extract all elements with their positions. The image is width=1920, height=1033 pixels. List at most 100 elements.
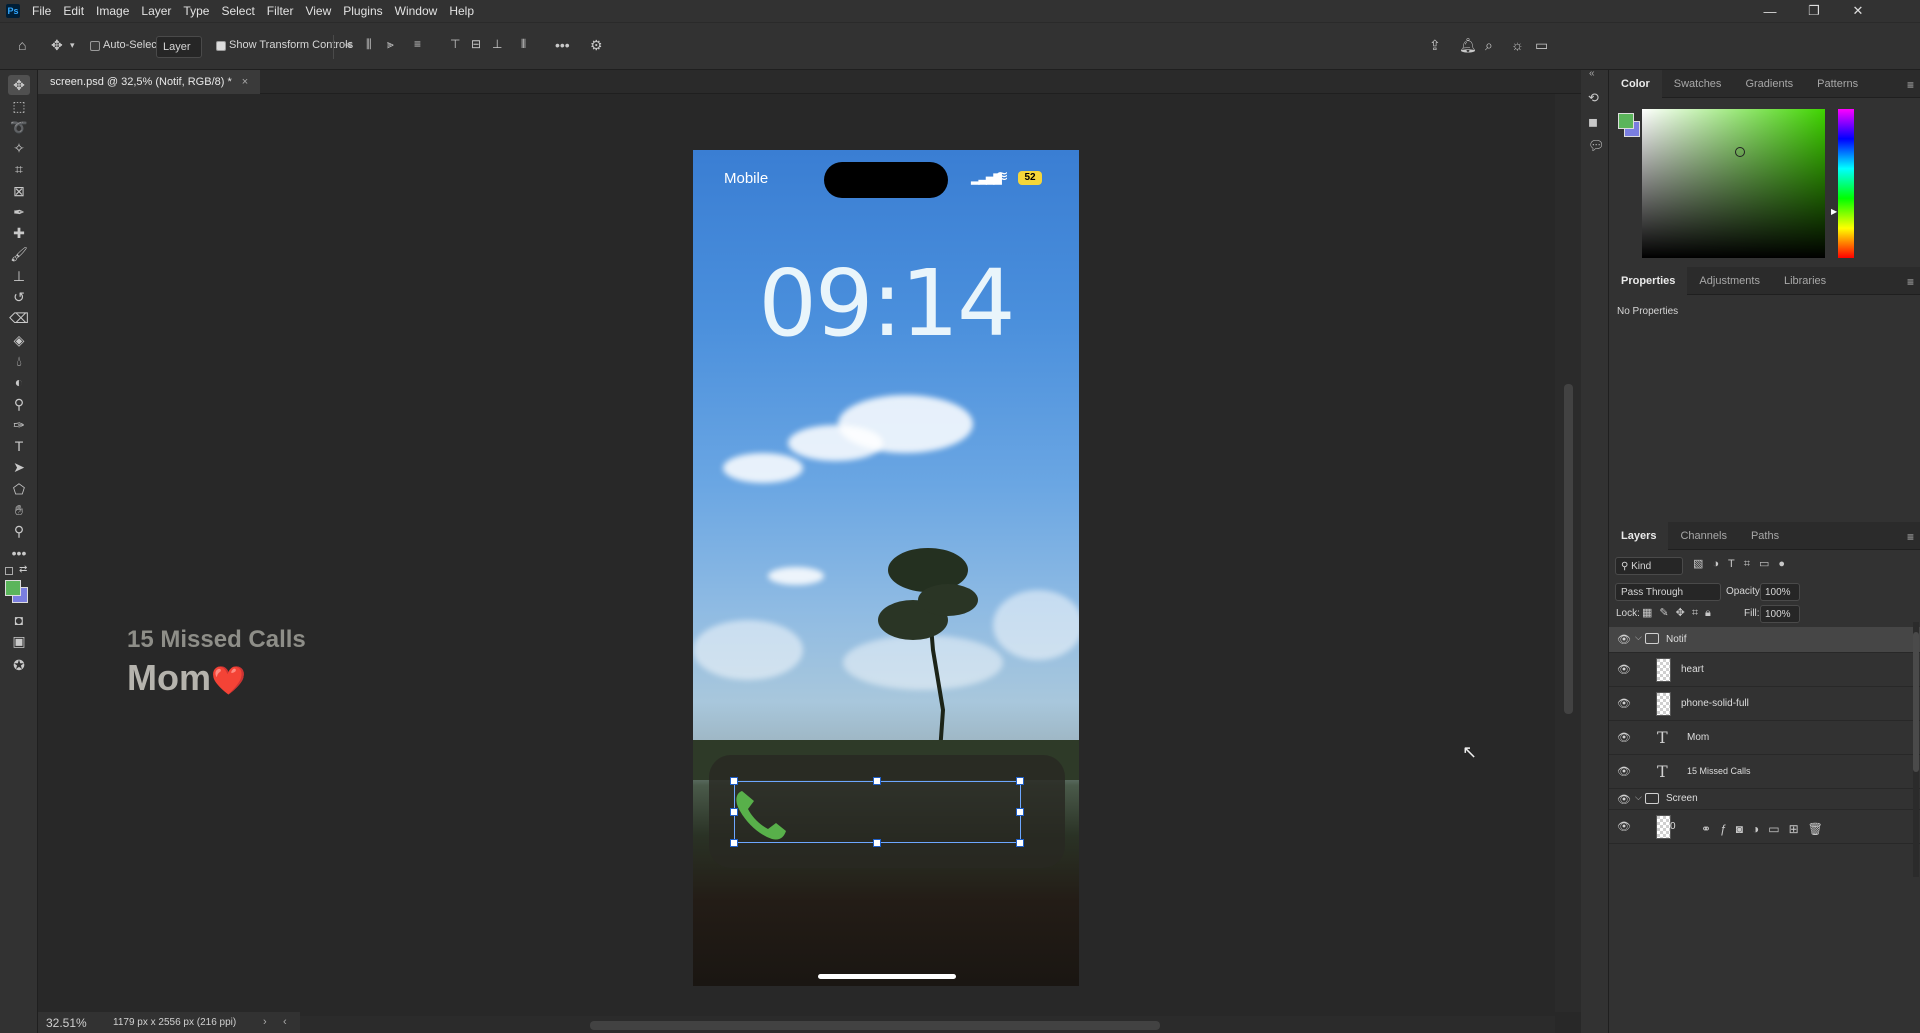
share-icon[interactable]: ⇪ (1429, 37, 1441, 54)
tab-swatches[interactable]: Swatches (1662, 70, 1734, 98)
status-menu-arrow-icon[interactable]: › (263, 1016, 267, 1028)
transform-handle[interactable] (730, 808, 738, 816)
quick-mask-icon[interactable]: ◘ (8, 610, 30, 630)
type-tool-icon[interactable]: T (8, 436, 30, 456)
default-colors-icon[interactable] (5, 567, 13, 575)
distribute-vertical-icon[interactable]: ⫴ (521, 37, 526, 52)
hue-slider-marker-icon[interactable]: ▶ (1831, 207, 1837, 216)
add-mask-icon[interactable]: ◙ (1736, 822, 1752, 836)
layer-row-screen[interactable]: 👁︎ ⌵ Screen (1609, 789, 1920, 810)
comments-icon[interactable]: 💬︎ (1588, 138, 1605, 154)
foreground-color-chip[interactable] (1618, 113, 1634, 129)
menu-type[interactable]: Type (177, 4, 215, 18)
new-layer-icon[interactable]: ⊞ (1789, 822, 1808, 836)
search-icon[interactable]: ⌕ (1485, 37, 1493, 54)
tab-channels[interactable]: Channels (1668, 522, 1738, 550)
menu-window[interactable]: Window (389, 4, 444, 18)
transform-handle[interactable] (1016, 839, 1024, 847)
auto-select-target-dropdown[interactable]: Layer (156, 36, 202, 58)
align-center-icon[interactable]: ⫼ (366, 37, 372, 52)
trash-icon[interactable]: 🗑︎ (1808, 822, 1832, 836)
color-field[interactable] (1642, 109, 1825, 258)
bell-icon[interactable]: 🔔︎ (1459, 37, 1477, 54)
layer-row-15-missed-calls[interactable]: 👁︎ T 15 Missed Calls (1609, 755, 1920, 789)
align-top-icon[interactable]: ⊤ (450, 37, 460, 51)
color-picker-marker[interactable] (1735, 147, 1745, 157)
workspace-icon[interactable]: ▭ (1535, 37, 1548, 54)
horizontal-scroll-thumb[interactable] (590, 1021, 1160, 1030)
transform-bounding-box[interactable] (734, 781, 1021, 843)
restore-button[interactable]: ❐ (1792, 0, 1836, 22)
layer-filter-type-icons[interactable]: ▧◑T⌗▭● (1693, 557, 1794, 571)
transform-handle[interactable] (1016, 808, 1024, 816)
frame-tool-icon[interactable]: ⊠ (8, 181, 30, 201)
blend-mode-dropdown[interactable]: Pass Through (1615, 583, 1721, 601)
collapse-panels-icon[interactable]: « (1589, 68, 1595, 79)
blur-tool-icon[interactable]: 💧︎ (8, 351, 30, 371)
layer-row-phone-solid-full[interactable]: 👁︎ phone-solid-full (1609, 687, 1920, 721)
transform-handle[interactable] (1016, 777, 1024, 785)
layer-row-heart[interactable]: 👁︎ heart (1609, 653, 1920, 687)
visibility-eye-icon[interactable]: 👁︎ (1617, 820, 1631, 834)
chevron-down-icon[interactable]: ▾ (70, 40, 75, 51)
scroll-left-icon[interactable]: ‹ (283, 1016, 287, 1028)
link-layers-icon[interactable]: ⚭ (1701, 822, 1720, 836)
distribute-icon[interactable]: ≡ (414, 37, 421, 51)
menu-help[interactable]: Help (443, 4, 480, 18)
visibility-eye-icon[interactable]: 👁︎ (1617, 663, 1631, 677)
generative-icon[interactable]: ✪ (8, 655, 30, 675)
chevron-down-icon[interactable]: ⌵ (1635, 792, 1642, 803)
tab-color[interactable]: Color (1609, 69, 1662, 98)
align-left-icon[interactable]: ⫷ (345, 37, 352, 52)
visibility-eye-icon[interactable]: 👁︎ (1617, 731, 1631, 745)
eyedropper-icon[interactable]: ✒ (8, 202, 30, 222)
transform-handle[interactable] (730, 777, 738, 785)
move-tool-icon[interactable]: ✥ (8, 75, 30, 95)
zoom-lens-icon[interactable]: ⚲ (8, 394, 30, 414)
panel-menu-icon[interactable]: ≡ (1907, 530, 1914, 544)
tab-paths[interactable]: Paths (1739, 522, 1791, 550)
layer-row-mom[interactable]: 👁︎ T Mom (1609, 721, 1920, 755)
show-transform-checkbox[interactable] (216, 41, 226, 51)
layer-row-notif[interactable]: 👁︎ ⌵ Notif (1609, 627, 1920, 653)
layer-filter-dropdown[interactable]: ⚲ Kind (1615, 557, 1683, 575)
horizontal-scrollbar[interactable] (300, 1016, 1555, 1033)
home-icon[interactable]: ⌂ (18, 37, 26, 53)
fill-input[interactable]: 100% (1760, 605, 1800, 623)
fx-icon[interactable]: ƒ (1720, 822, 1736, 836)
phone-lock-screen-artwork[interactable]: Mobile ▂▃▅▇ ≋ 52 09:14 (693, 150, 1079, 986)
crop-tool-icon[interactable]: ⌗ (8, 159, 30, 179)
align-middle-icon[interactable]: ⊟ (471, 37, 481, 51)
layers-scroll-thumb[interactable] (1913, 632, 1919, 772)
opacity-input[interactable]: 100% (1760, 583, 1800, 601)
minimize-button[interactable]: — (1748, 0, 1792, 22)
dodge-tool-icon[interactable]: ◐ (8, 372, 30, 392)
healing-brush-icon[interactable]: ✚ (8, 223, 30, 243)
menu-view[interactable]: View (299, 4, 337, 18)
lasso-tool-icon[interactable]: ➰ (8, 117, 30, 137)
close-window-button[interactable]: ✕ (1836, 0, 1880, 22)
tab-libraries[interactable]: Libraries (1772, 267, 1838, 295)
menu-image[interactable]: Image (90, 4, 135, 18)
align-bottom-icon[interactable]: ⊥ (492, 37, 502, 51)
history-icon[interactable]: ⟲ (1588, 90, 1599, 106)
move-tool-icon[interactable]: ✥ (51, 37, 63, 54)
shape-tool-icon[interactable]: ⬠ (8, 479, 30, 499)
path-selection-icon[interactable]: ➤ (8, 457, 30, 477)
menu-file[interactable]: File (26, 4, 57, 18)
discover-icon[interactable]: ☼ (1511, 37, 1524, 53)
panel-menu-icon[interactable]: ≡ (1907, 275, 1914, 289)
marquee-tool-icon[interactable]: ⬚ (8, 96, 30, 116)
transform-handle[interactable] (730, 839, 738, 847)
brush-tool-icon[interactable]: 🖌︎ (8, 244, 30, 264)
vertical-scroll-thumb[interactable] (1564, 384, 1573, 714)
vertical-scrollbar[interactable] (1555, 94, 1581, 1012)
pen-tool-icon[interactable]: ✑ (8, 415, 30, 435)
visibility-eye-icon[interactable]: 👁︎ (1617, 697, 1631, 711)
menu-select[interactable]: Select (215, 4, 260, 18)
tab-properties[interactable]: Properties (1609, 266, 1688, 295)
menu-layer[interactable]: Layer (135, 4, 177, 18)
layers-scrollbar[interactable] (1913, 622, 1919, 877)
magic-wand-icon[interactable]: ✧ (8, 138, 30, 158)
swap-colors-icon[interactable]: ⇄ (19, 564, 27, 575)
